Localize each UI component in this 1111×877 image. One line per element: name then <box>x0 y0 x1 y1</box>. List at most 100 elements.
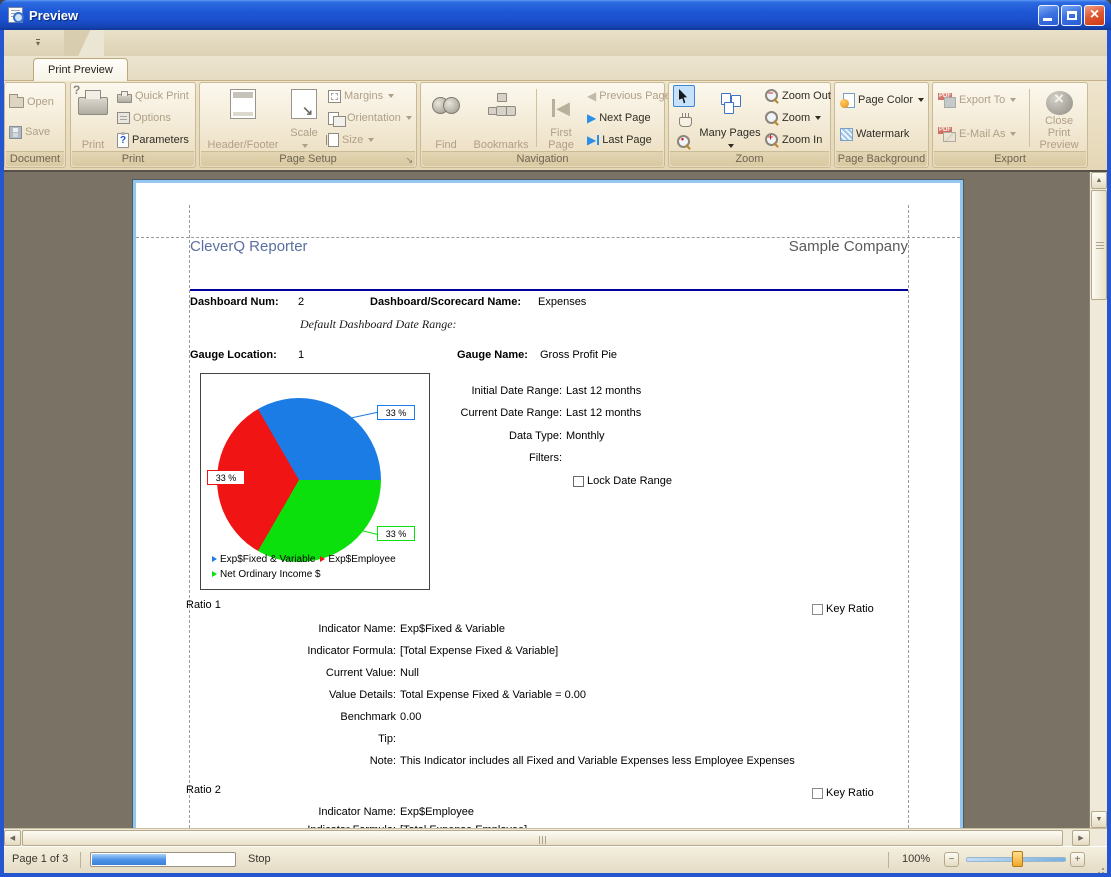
legend-marker-blue <box>212 556 217 562</box>
scroll-left-button[interactable] <box>4 830 21 846</box>
scale-button: Scale <box>284 85 324 153</box>
scale-label: Scale <box>290 127 318 151</box>
zoom-out-button[interactable]: Zoom Out <box>765 87 831 105</box>
zoom-icon <box>765 111 779 125</box>
zoom-area-tool-button[interactable] <box>673 131 695 153</box>
watermark-button[interactable]: Watermark <box>840 125 909 143</box>
next-page-button[interactable]: Next Page <box>587 109 651 127</box>
quick-print-button: Quick Print <box>117 87 189 105</box>
maximize-button[interactable] <box>1061 5 1082 26</box>
chevron-down-icon <box>815 116 821 120</box>
window-resize-grip[interactable] <box>1093 859 1105 871</box>
detail-value: [Total Expense Fixed & Variable] <box>400 645 558 657</box>
lock-date-range-label: Lock Date Range <box>587 475 672 487</box>
hand-tool-button[interactable] <box>673 108 695 130</box>
thumb-grip <box>539 836 547 844</box>
detail-value: 0.00 <box>400 711 421 723</box>
ribbon-group-page-setup: Header/Footer Scale Margins Orientation … <box>199 82 417 168</box>
detail-value: Exp$Fixed & Variable <box>400 623 505 635</box>
dashboard-num-label: Dashboard Num: <box>190 296 279 308</box>
chevron-down-icon <box>406 116 412 120</box>
chevron-down-icon <box>1010 98 1016 102</box>
zoom-in-button[interactable]: Zoom In <box>765 131 822 149</box>
zoom-menu-button[interactable]: Zoom <box>765 109 821 127</box>
export-to-button: Export To <box>938 91 1016 109</box>
zoom-out-label: Zoom Out <box>782 90 831 102</box>
find-icon <box>432 97 460 113</box>
page-color-button[interactable]: Page Color <box>840 91 924 109</box>
tab-print-preview[interactable]: Print Preview <box>33 58 128 81</box>
horizontal-scrollbar-thumb[interactable] <box>22 830 1063 846</box>
detail-label: Initial Date Range: <box>136 385 562 397</box>
last-page-button[interactable]: Last Page <box>587 131 652 149</box>
key-ratio-checkbox <box>812 604 823 615</box>
zoom-decrease-button[interactable] <box>944 852 959 867</box>
detail-label: Data Type: <box>136 430 562 442</box>
page-setup-dialog-launcher[interactable] <box>405 155 413 165</box>
detail-value: Exp$Employee <box>400 806 474 818</box>
header-footer-icon <box>230 89 256 119</box>
zoom-menu-label: Zoom <box>782 112 810 124</box>
options-icon <box>117 112 130 124</box>
window-title: Preview <box>29 8 78 23</box>
scroll-right-button[interactable] <box>1072 830 1090 846</box>
callout-leader-line <box>245 477 259 478</box>
page-color-label: Page Color <box>858 94 913 106</box>
pointer-tool-button[interactable] <box>673 85 695 107</box>
watermark-icon <box>840 128 853 141</box>
status-separator <box>80 852 81 868</box>
margins-button: Margins <box>328 87 394 105</box>
scroll-up-button[interactable] <box>1091 172 1107 189</box>
ribbon-tab-row: Print Preview <box>4 56 1107 81</box>
quick-print-icon <box>117 94 132 103</box>
pie-legend: Exp$Fixed & VariableExp$Employee Net Ord… <box>207 552 396 582</box>
ratio-title: Ratio 2 <box>186 784 221 796</box>
parameters-button[interactable]: Parameters <box>117 131 189 149</box>
stop-button[interactable]: Stop <box>248 853 271 865</box>
quick-access-menu-button[interactable] <box>26 34 50 51</box>
last-page-label: Last Page <box>602 134 652 146</box>
vertical-scrollbar-thumb[interactable] <box>1091 190 1107 300</box>
bookmarks-button: Bookmarks <box>469 85 533 153</box>
chevron-down-icon <box>302 144 308 148</box>
legend-marker-red <box>320 556 325 562</box>
report-page[interactable]: CleverQ Reporter Sample Company Dashboar… <box>136 183 960 828</box>
status-bar: Page 1 of 3 Stop 100% <box>4 846 1107 873</box>
default-range-label: Default Dashboard Date Range: <box>300 317 457 332</box>
margins-label: Margins <box>344 90 383 102</box>
gauge-detail-row: Data Type:Monthly <box>136 430 960 442</box>
save-icon <box>9 126 22 139</box>
detail-value: Last 12 months <box>566 385 641 397</box>
lock-date-range-row: Lock Date Range <box>573 475 672 487</box>
close-button[interactable] <box>1084 5 1105 26</box>
close-print-preview-label: Close Print Preview <box>1033 115 1085 151</box>
size-icon <box>328 133 339 147</box>
many-pages-button[interactable]: Many Pages <box>699 85 761 153</box>
first-page-label: First Page <box>544 127 578 151</box>
ribbon-group-print: Print Quick Print Options Parameters Pri… <box>70 82 196 168</box>
zoom-increase-button[interactable] <box>1070 852 1085 867</box>
minimize-button[interactable] <box>1038 5 1059 26</box>
scroll-down-button[interactable] <box>1091 811 1107 828</box>
gauge-name-value: Gross Profit Pie <box>540 349 617 361</box>
pie-value-label: 33 % <box>377 526 415 541</box>
preview-canvas[interactable]: CleverQ Reporter Sample Company Dashboar… <box>4 172 1089 828</box>
watermark-label: Watermark <box>856 128 909 140</box>
header-footer-label: Header/Footer <box>208 139 279 151</box>
gauge-detail-row: Filters: <box>136 452 960 464</box>
vertical-scrollbar[interactable] <box>1089 172 1107 828</box>
zoom-slider-thumb[interactable] <box>1012 851 1023 867</box>
gauge-pie-chart: 33 % 33 % 33 % Exp$Fixed & VariableExp$E… <box>200 373 430 590</box>
horizontal-scrollbar[interactable] <box>4 828 1107 846</box>
zoom-percent: 100% <box>902 853 930 865</box>
legend-label: Net Ordinary Income $ <box>220 569 321 580</box>
size-button: Size <box>328 131 374 149</box>
group-label-print: Print <box>72 151 194 166</box>
chevron-down-icon <box>368 138 374 142</box>
pie-value-label: 33 % <box>207 470 245 485</box>
detail-label: Current Value: <box>136 667 396 679</box>
header-rule <box>190 289 908 291</box>
preview-window-icon <box>8 7 23 23</box>
orientation-label: Orientation <box>347 112 401 124</box>
dashboard-name-value: Expenses <box>538 296 586 308</box>
